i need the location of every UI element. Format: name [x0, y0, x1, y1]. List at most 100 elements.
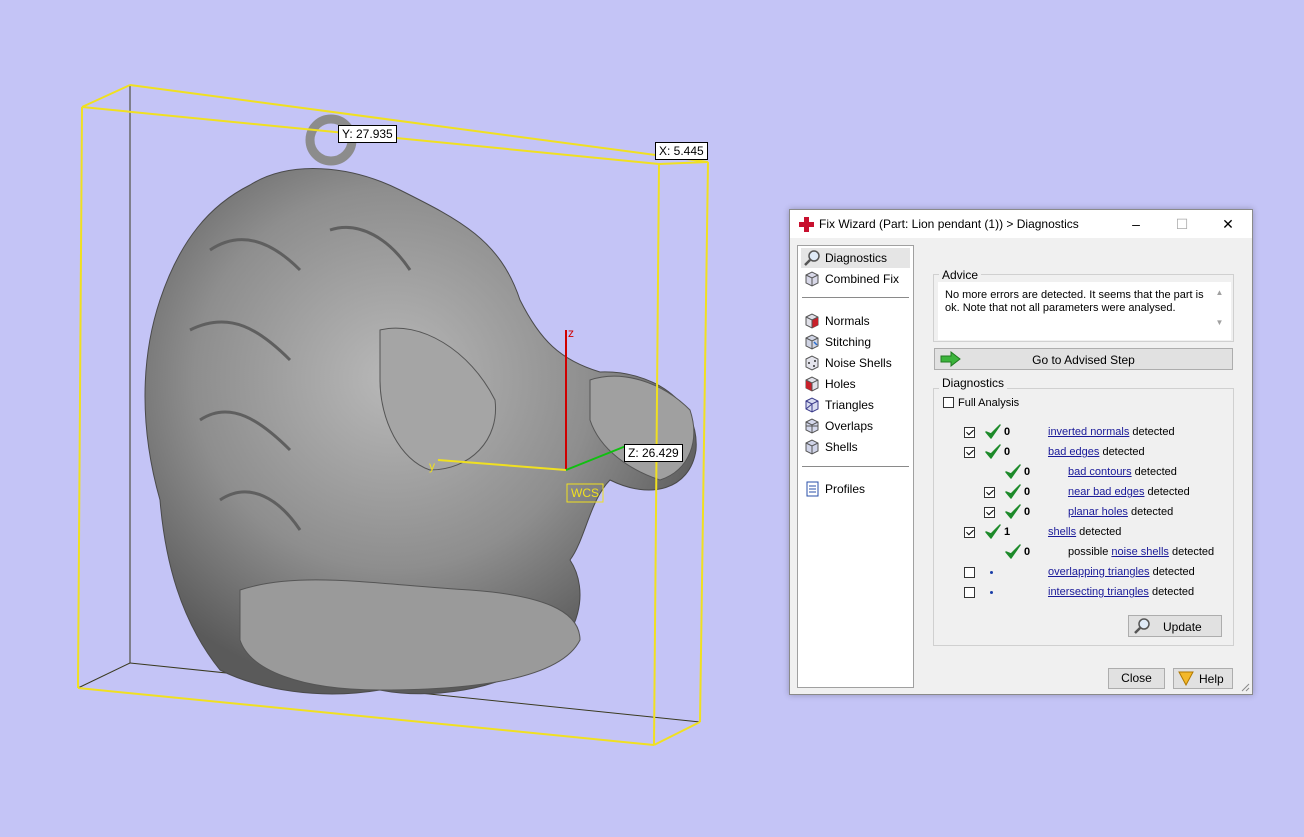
diagnostic-suffix: detected: [1127, 506, 1174, 518]
diagnostic-link[interactable]: overlapping triangles: [1048, 566, 1150, 578]
full-analysis-label: Full Analysis: [958, 397, 1020, 409]
diagnostic-row-text: planar holes detected: [1068, 506, 1173, 524]
close-button[interactable]: Close: [1108, 668, 1165, 689]
diagnostic-suffix: detected: [1076, 526, 1122, 538]
diagnostic-suffix: detected: [1129, 426, 1175, 438]
nav-label: Noise Shells: [825, 356, 892, 370]
checkmark-icon: [1005, 464, 1021, 479]
nav-label: Normals: [825, 314, 870, 328]
fix-wizard-dialog: Fix Wizard (Part: Lion pendant (1)) > Di…: [789, 209, 1253, 695]
diagnostic-suffix: detected: [1144, 486, 1190, 498]
diagnostic-checkbox[interactable]: [984, 507, 995, 518]
nav-item-combined-fix[interactable]: Combined Fix: [801, 269, 910, 289]
nav-item-noise-shells[interactable]: Noise Shells: [801, 353, 910, 373]
nav-divider: [802, 466, 909, 467]
diagnostic-link[interactable]: bad contours: [1068, 466, 1132, 478]
axis-z-label: z: [568, 326, 574, 340]
diagnostic-count: 0: [1024, 486, 1031, 498]
diagnostic-row-text: intersecting triangles detected: [1048, 586, 1194, 604]
close-label: Close: [1121, 671, 1152, 685]
diagnostic-count: 0: [1004, 446, 1011, 458]
diagnostic-row-text: bad contours detected: [1068, 466, 1177, 484]
nav-item-shells[interactable]: Shells: [801, 437, 910, 457]
diagnostic-suffix: detected: [1099, 446, 1145, 458]
nav-label: Shells: [825, 440, 858, 454]
overlaps-cube-icon: [805, 418, 819, 434]
full-analysis-checkbox[interactable]: [943, 397, 954, 408]
wcs-label: WCS: [571, 486, 599, 500]
diagnostic-count: 0: [1024, 466, 1031, 478]
diagnostic-prefix: possible: [1068, 546, 1112, 558]
nav-label: Stitching: [825, 335, 872, 349]
diagnostic-count: 0: [1024, 506, 1031, 518]
nav-label: Combined Fix: [825, 272, 900, 286]
medical-cross-icon: [799, 217, 814, 232]
nav-label: Holes: [825, 377, 856, 391]
diagnostic-link[interactable]: intersecting triangles: [1048, 586, 1149, 598]
go-to-advised-step-label: Go to Advised Step: [1032, 353, 1135, 367]
triangles-cube-icon: [805, 397, 819, 413]
pending-dot-icon: [990, 591, 993, 594]
diagnostic-link[interactable]: near bad edges: [1068, 486, 1144, 498]
axis-y-label: y: [429, 459, 435, 473]
advice-scrollbar[interactable]: ▲ ▼: [1214, 288, 1225, 334]
stitching-cube-icon: [805, 334, 819, 350]
nav-item-stitching[interactable]: Stitching: [801, 332, 910, 352]
diagnostic-suffix: detected: [1148, 586, 1195, 598]
nav-item-diagnostics[interactable]: Diagnostics: [801, 248, 910, 268]
diagnostic-link[interactable]: bad edges: [1048, 446, 1099, 458]
checkmark-icon: [985, 444, 1001, 459]
advice-text: No more errors are detected. It seems th…: [945, 289, 1204, 314]
dimension-z-label: Z: 26.429: [624, 444, 683, 462]
nav-item-holes[interactable]: Holes: [801, 374, 910, 394]
nav-label: Overlaps: [825, 419, 874, 433]
diagnostic-checkbox[interactable]: [964, 527, 975, 538]
diagnostic-row-text: near bad edges detected: [1068, 486, 1190, 504]
checkmark-icon: [1005, 484, 1021, 499]
checkmark-icon: [1005, 544, 1021, 559]
nav-item-overlaps[interactable]: Overlaps: [801, 416, 910, 436]
dimension-y-label: Y: 27.935: [338, 125, 397, 143]
diagnostic-count: 1: [1004, 526, 1011, 538]
checkmark-icon: [985, 524, 1001, 539]
update-button[interactable]: Update: [1128, 615, 1222, 637]
advice-textbox[interactable]: No more errors are detected. It seems th…: [938, 282, 1231, 340]
close-window-button[interactable]: ✕: [1213, 213, 1243, 235]
checkmark-icon: [1005, 504, 1021, 519]
diagnostic-suffix: detected: [1131, 466, 1177, 478]
diagnostic-link[interactable]: noise shells: [1111, 546, 1168, 558]
diagnostic-row-text: inverted normals detected: [1048, 426, 1175, 444]
nav-divider: [802, 297, 909, 298]
diagnostic-checkbox[interactable]: [964, 427, 975, 438]
diagnostic-link[interactable]: planar holes: [1068, 506, 1128, 518]
nav-item-triangles[interactable]: Triangles: [801, 395, 910, 415]
nav-label: Profiles: [825, 482, 866, 496]
help-button[interactable]: Help: [1173, 668, 1233, 689]
advice-group-title: Advice: [939, 268, 982, 282]
normals-cube-icon: [805, 313, 819, 329]
diagnostic-count: 0: [1004, 426, 1011, 438]
resize-grip-icon[interactable]: [1240, 682, 1250, 692]
nav-item-normals[interactable]: Normals: [801, 311, 910, 331]
minimize-button[interactable]: –: [1121, 213, 1151, 235]
magnifier-icon: [1134, 618, 1150, 634]
diagnostic-checkbox[interactable]: [964, 567, 975, 578]
diagnostic-link[interactable]: shells: [1048, 526, 1076, 538]
go-to-advised-step-button[interactable]: Go to Advised Step: [934, 348, 1233, 370]
diagnostic-checkbox[interactable]: [984, 487, 995, 498]
nav-item-profiles[interactable]: Profiles: [801, 479, 910, 499]
diagnostic-checkbox[interactable]: [964, 447, 975, 458]
diagnostic-checkbox[interactable]: [964, 587, 975, 598]
update-label: Update: [1163, 620, 1202, 634]
nav-label: Diagnostics: [825, 251, 888, 265]
noise-shells-icon: [805, 355, 819, 371]
dimension-x-label: X: 5.445: [655, 142, 708, 160]
diagnostic-suffix: detected: [1168, 546, 1215, 558]
diagnostic-row-text: overlapping triangles detected: [1048, 566, 1195, 584]
lion-pendant-model: [144, 114, 697, 695]
diagnostic-suffix: detected: [1149, 566, 1195, 578]
maximize-button[interactable]: ☐: [1167, 213, 1197, 235]
title-bar[interactable]: Fix Wizard (Part: Lion pendant (1)) > Di…: [790, 210, 1252, 238]
diagnostic-link[interactable]: inverted normals: [1048, 426, 1129, 438]
magnifier-icon: [804, 250, 820, 266]
